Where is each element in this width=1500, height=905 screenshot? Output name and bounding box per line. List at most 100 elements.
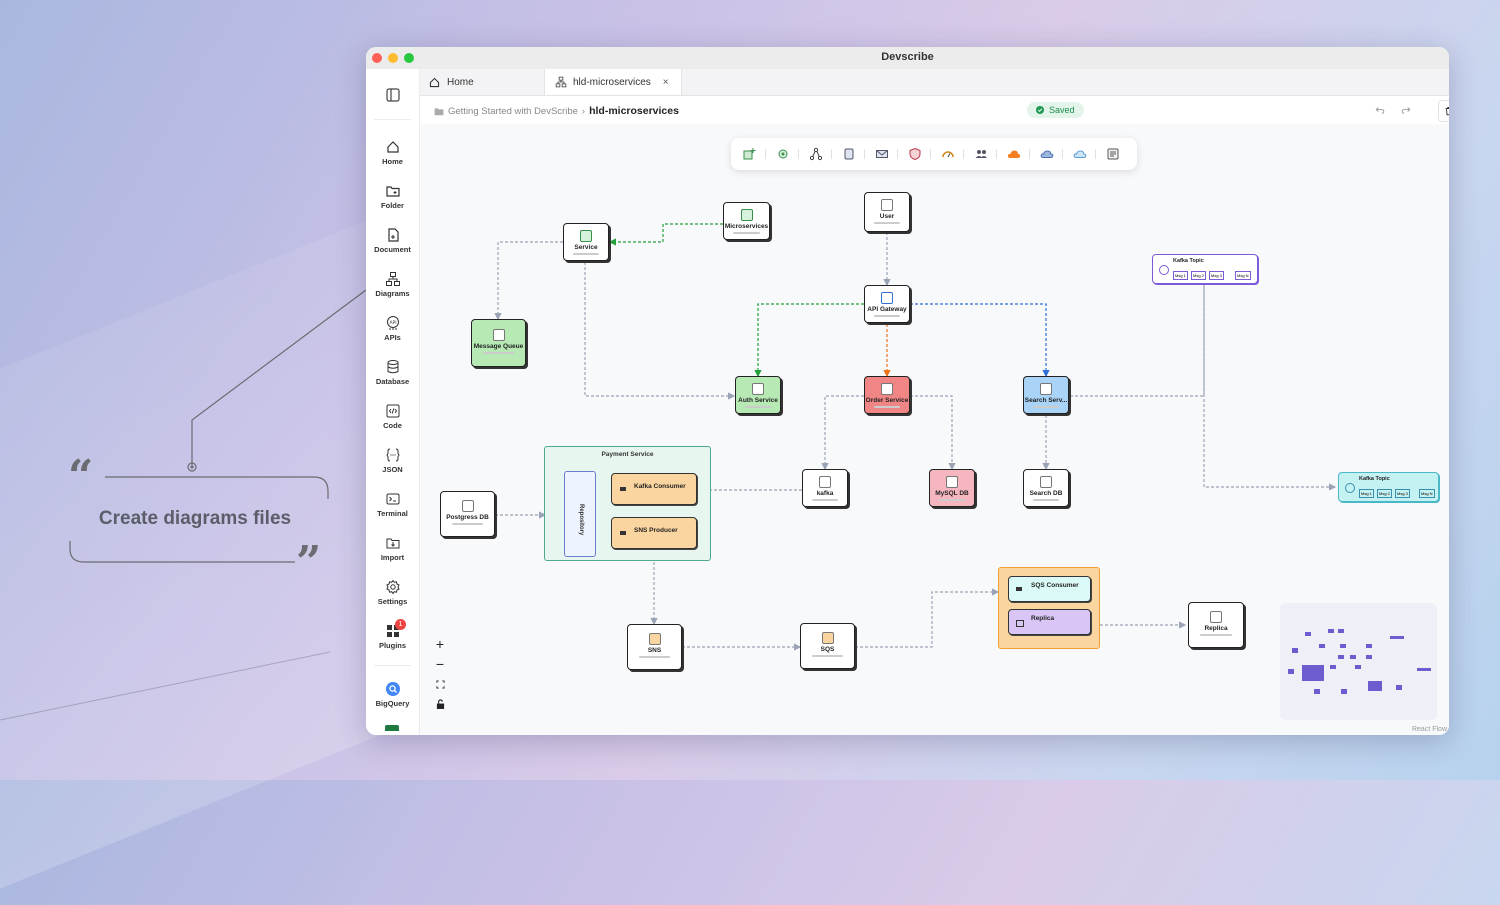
- terminal-icon: [386, 493, 399, 505]
- node-postgres-db[interactable]: Postgress DB: [440, 491, 495, 537]
- api-gateway-icon: [881, 292, 893, 304]
- search-icon: [1040, 383, 1052, 395]
- node-replica-inner[interactable]: Replica: [1008, 609, 1091, 635]
- sidebar-item-diagrams[interactable]: Diagrams: [366, 271, 419, 298]
- kafka-node-icon: [819, 476, 831, 488]
- title-bar: Devscribe: [366, 47, 1449, 70]
- node-api-gateway[interactable]: API Gateway: [864, 285, 910, 323]
- delete-button[interactable]: [1438, 100, 1449, 122]
- node-sns[interactable]: SNS: [627, 624, 682, 670]
- redo-button[interactable]: [1396, 100, 1416, 120]
- sidebar-toggle-icon: [385, 88, 400, 102]
- breadcrumb: Getting Started with DevScribe › hld-mic…: [434, 105, 679, 117]
- cloud-orange-icon[interactable]: [1007, 147, 1021, 161]
- sidebar-item-label: APIs: [384, 333, 401, 342]
- check-circle-icon: [1036, 106, 1044, 114]
- sidebar-item-folder[interactable]: Folder: [366, 183, 419, 210]
- sidebar-item-home[interactable]: Home: [366, 139, 419, 166]
- node-search-service[interactable]: Search Serv...: [1023, 376, 1069, 414]
- window-title: Devscribe: [881, 51, 934, 63]
- zoom-in-button[interactable]: +: [430, 634, 450, 654]
- sidebar-item-import[interactable]: Import: [366, 535, 419, 562]
- node-microservices[interactable]: Microservices: [723, 202, 770, 240]
- payment-service-title: Payment Service: [601, 451, 654, 458]
- breadcrumb-parent[interactable]: Getting Started with DevScribe: [448, 106, 578, 117]
- sidebar-item-code[interactable]: Code: [366, 403, 419, 430]
- shield-icon[interactable]: [908, 147, 922, 161]
- add-node-icon[interactable]: [743, 147, 757, 161]
- import-icon: [386, 538, 399, 549]
- user-icon: [881, 199, 893, 211]
- sidebar-item-terminal[interactable]: Terminal: [366, 491, 419, 518]
- tab-hld-microservices[interactable]: hld-microservices ×: [544, 69, 682, 95]
- undo-button[interactable]: [1370, 100, 1390, 120]
- users-icon[interactable]: [974, 147, 988, 161]
- node-repository[interactable]: Repository: [564, 471, 596, 557]
- node-replica[interactable]: Replica: [1188, 602, 1244, 648]
- lock-button[interactable]: [430, 694, 450, 714]
- tab-bar: Home hld-microservices ×: [420, 69, 1449, 96]
- node-search-db[interactable]: Search DB: [1023, 469, 1069, 507]
- node-sns-producer[interactable]: SNS Producer: [611, 517, 697, 549]
- diagram-canvas[interactable]: Microservices User Service API Gateway K…: [420, 124, 1449, 735]
- node-user[interactable]: User: [864, 192, 910, 232]
- trash-icon: [1445, 107, 1449, 116]
- sqs-icon: [821, 632, 834, 644]
- node-mysql-db[interactable]: MySQL DB: [929, 469, 975, 507]
- callout-connector: [0, 289, 366, 721]
- fit-view-button[interactable]: [430, 674, 450, 694]
- gauge-icon[interactable]: [941, 147, 955, 161]
- sidebar-item-plugins[interactable]: 1 Plugins: [366, 619, 419, 650]
- network-icon[interactable]: [809, 147, 823, 161]
- react-flow-attribution[interactable]: React Flow: [1412, 726, 1447, 733]
- order-icon: [881, 383, 893, 395]
- sidebar-item-settings[interactable]: Settings: [366, 579, 419, 606]
- settings-icon: [385, 579, 400, 595]
- search-db-icon: [1040, 476, 1052, 488]
- sidebar-item-database[interactable]: Database: [366, 359, 419, 386]
- sidebar-item-label: Folder: [381, 201, 404, 210]
- node-order-service[interactable]: Order Service: [864, 376, 910, 414]
- gear-node-icon[interactable]: [776, 147, 790, 161]
- sqs-group[interactable]: SQS Consumer Replica: [998, 567, 1100, 649]
- cloud-blue-icon[interactable]: [1040, 147, 1054, 161]
- breadcrumb-current: hld-microservices: [589, 105, 679, 117]
- node-kafka-topic-top[interactable]: Kafka Topic Msg 1 Msg 2 Msg 3 Msg N: [1152, 254, 1258, 284]
- node-kafka[interactable]: kafka: [802, 469, 848, 507]
- node-sqs[interactable]: SQS: [800, 623, 855, 669]
- minimap[interactable]: [1280, 603, 1437, 720]
- home-icon: [429, 77, 440, 87]
- app-window: Devscribe Home Folder Document Diagrams …: [366, 47, 1449, 735]
- storage-icon[interactable]: [842, 147, 856, 161]
- sidebar-item-document[interactable]: Document: [366, 227, 419, 254]
- database-icon: [387, 360, 398, 374]
- sidebar-item-label: Import: [380, 553, 405, 562]
- saved-label: Saved: [1049, 105, 1075, 115]
- node-kafka-consumer[interactable]: Kafka Consumer: [611, 473, 697, 505]
- node-sqs-consumer[interactable]: SQS Consumer: [1008, 576, 1091, 602]
- payment-service-group[interactable]: Payment Service Repository Kafka Consume…: [544, 446, 711, 561]
- sidebar-item-label: Code: [383, 421, 402, 430]
- minimap-nodes: [1288, 629, 1431, 694]
- tab-home[interactable]: Home: [428, 69, 538, 95]
- sidebar-toggle[interactable]: [366, 87, 419, 103]
- plugins-badge: 1: [395, 619, 406, 630]
- sqs-consumer-icon: [1016, 587, 1022, 591]
- note-icon[interactable]: [1106, 147, 1120, 161]
- node-auth-service[interactable]: Auth Service: [735, 376, 781, 414]
- svg-text:API: API: [389, 320, 396, 326]
- node-message-queue[interactable]: Message Queue: [471, 319, 526, 367]
- sidebar-more-item[interactable]: [385, 725, 399, 731]
- sidebar-item-bigquery[interactable]: BigQuery: [366, 681, 419, 708]
- home-icon: [386, 141, 399, 153]
- node-service[interactable]: Service: [563, 223, 609, 261]
- sidebar-item-label: Database: [375, 377, 410, 386]
- node-kafka-topic-right[interactable]: Kafka Topic Msg 1 Msg 2 Msg 3 Msg N: [1338, 472, 1439, 502]
- sidebar-item-apis[interactable]: API APIs: [366, 315, 419, 342]
- cloud-light-icon[interactable]: [1073, 147, 1087, 161]
- mail-icon[interactable]: [875, 147, 889, 161]
- sidebar-item-json[interactable]: JSON: [366, 447, 419, 474]
- zoom-out-button[interactable]: −: [430, 654, 450, 674]
- tab-close-button[interactable]: ×: [663, 77, 669, 88]
- replica-icon: [1210, 611, 1222, 623]
